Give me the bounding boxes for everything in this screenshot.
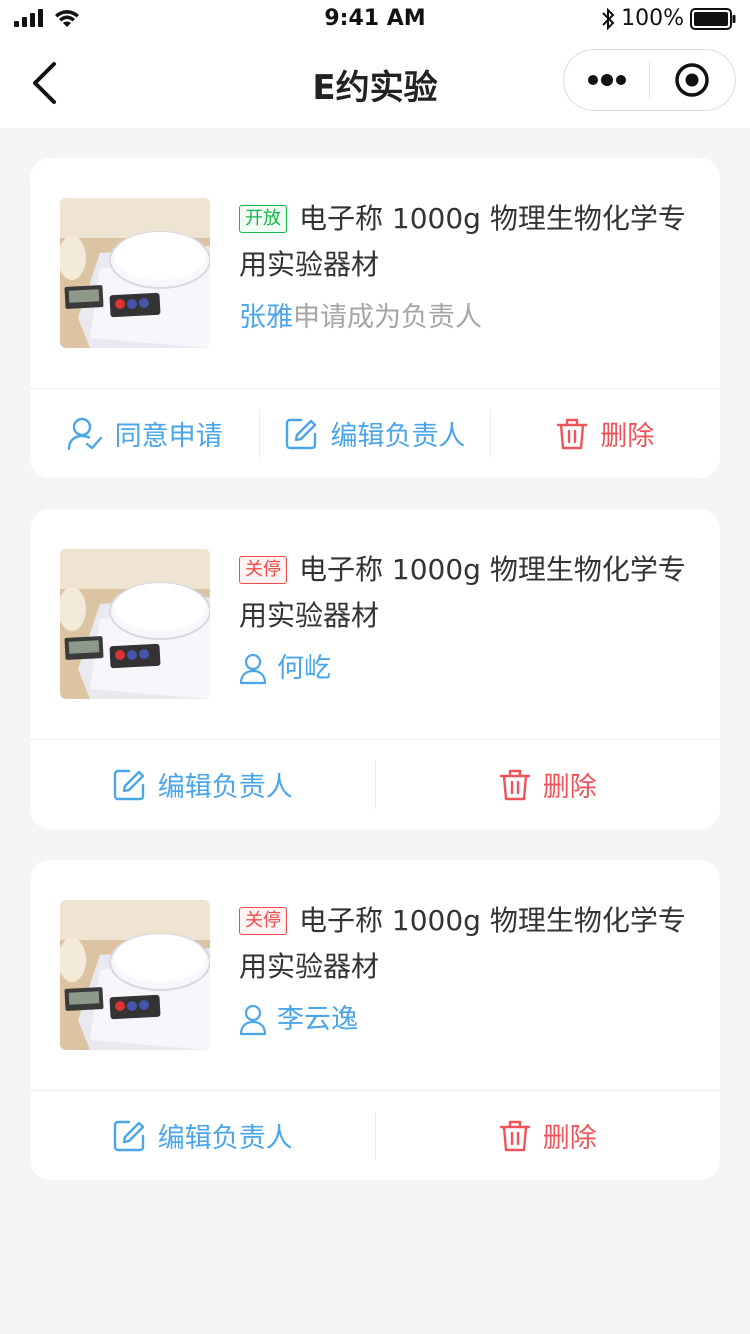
owner-line: 李云逸 <box>239 1000 358 1040</box>
more-button[interactable] <box>564 50 649 110</box>
equipment-card: 关停 电子称 1000g 物理生物化学专用实验器材 何屹 编辑负责人 删除 <box>30 509 720 829</box>
navigation-bar: E约实验 <box>0 40 750 128</box>
card-title: 关停 电子称 1000g 物理生物化学专用实验器材 <box>239 547 699 639</box>
card-title: 开放 电子称 1000g 物理生物化学专用实验器材 <box>239 196 699 288</box>
delete-button[interactable]: 删除 <box>376 1091 721 1180</box>
trash-icon <box>557 418 588 449</box>
card-actions: 编辑负责人 删除 <box>30 1090 720 1180</box>
more-dots-icon <box>587 74 626 86</box>
equipment-name: 电子称 1000g 物理生物化学专用实验器材 <box>239 202 686 281</box>
card-info[interactable]: 开放 电子称 1000g 物理生物化学专用实验器材 张雅 申请成为负责人 <box>30 158 720 388</box>
owner-line: 何屹 <box>239 649 331 689</box>
edit-owner-label: 编辑负责人 <box>157 1123 293 1154</box>
card-title: 关停 电子称 1000g 物理生物化学专用实验器材 <box>239 898 699 990</box>
owner-name: 李云逸 <box>277 1004 358 1035</box>
approve-label: 同意申请 <box>114 421 223 452</box>
equipment-card: 关停 电子称 1000g 物理生物化学专用实验器材 李云逸 编辑负责人 删除 <box>30 860 720 1180</box>
product-image <box>60 549 210 699</box>
delete-button[interactable]: 删除 <box>376 740 721 829</box>
trash-icon <box>499 1120 530 1151</box>
bluetooth-icon <box>602 7 615 30</box>
edit-owner-button[interactable]: 编辑负责人 <box>30 740 375 829</box>
edit-icon <box>286 418 317 449</box>
equipment-name: 电子称 1000g 物理生物化学专用实验器材 <box>239 553 686 632</box>
status-badge: 关停 <box>239 907 287 935</box>
equipment-card: 开放 电子称 1000g 物理生物化学专用实验器材 张雅 申请成为负责人 同意申请 … <box>30 158 720 478</box>
status-bar: 9:41 AM 100% <box>0 0 750 40</box>
product-image <box>60 198 210 348</box>
equipment-name: 电子称 1000g 物理生物化学专用实验器材 <box>239 904 686 983</box>
edit-icon <box>113 769 144 800</box>
card-actions: 编辑负责人 删除 <box>30 739 720 829</box>
product-image <box>60 900 210 1050</box>
delete-label: 删除 <box>542 772 597 803</box>
card-info[interactable]: 关停 电子称 1000g 物理生物化学专用实验器材 何屹 <box>30 509 720 739</box>
delete-button[interactable]: 删除 <box>491 389 720 478</box>
owner-name: 何屹 <box>277 653 331 684</box>
card-info[interactable]: 关停 电子称 1000g 物理生物化学专用实验器材 李云逸 <box>30 860 720 1090</box>
edit-icon <box>113 1120 144 1151</box>
user-check-icon <box>67 417 102 450</box>
applicant-note: 申请成为负责人 <box>293 302 482 333</box>
delete-label: 删除 <box>600 421 655 452</box>
person-icon <box>239 1004 267 1036</box>
edit-owner-label: 编辑负责人 <box>157 772 293 803</box>
edit-owner-label: 编辑负责人 <box>330 421 466 452</box>
trash-icon <box>499 769 530 800</box>
delete-label: 删除 <box>542 1123 597 1154</box>
edit-owner-button[interactable]: 编辑负责人 <box>260 389 489 478</box>
status-badge: 关停 <box>239 556 287 584</box>
applicant-name: 张雅 <box>239 302 293 333</box>
applicant-line: 张雅 申请成为负责人 <box>239 298 482 338</box>
battery-percent: 100% <box>621 6 684 31</box>
close-button[interactable] <box>650 50 735 110</box>
battery-group: 100% <box>601 6 736 31</box>
mini-program-capsule <box>563 49 736 111</box>
target-circle-icon <box>675 63 710 97</box>
status-badge: 开放 <box>239 205 287 233</box>
edit-owner-button[interactable]: 编辑负责人 <box>30 1091 375 1180</box>
card-actions: 同意申请 编辑负责人 删除 <box>30 388 720 478</box>
person-icon <box>239 653 267 685</box>
approve-application-button[interactable]: 同意申请 <box>30 389 259 478</box>
battery-icon <box>690 7 736 30</box>
